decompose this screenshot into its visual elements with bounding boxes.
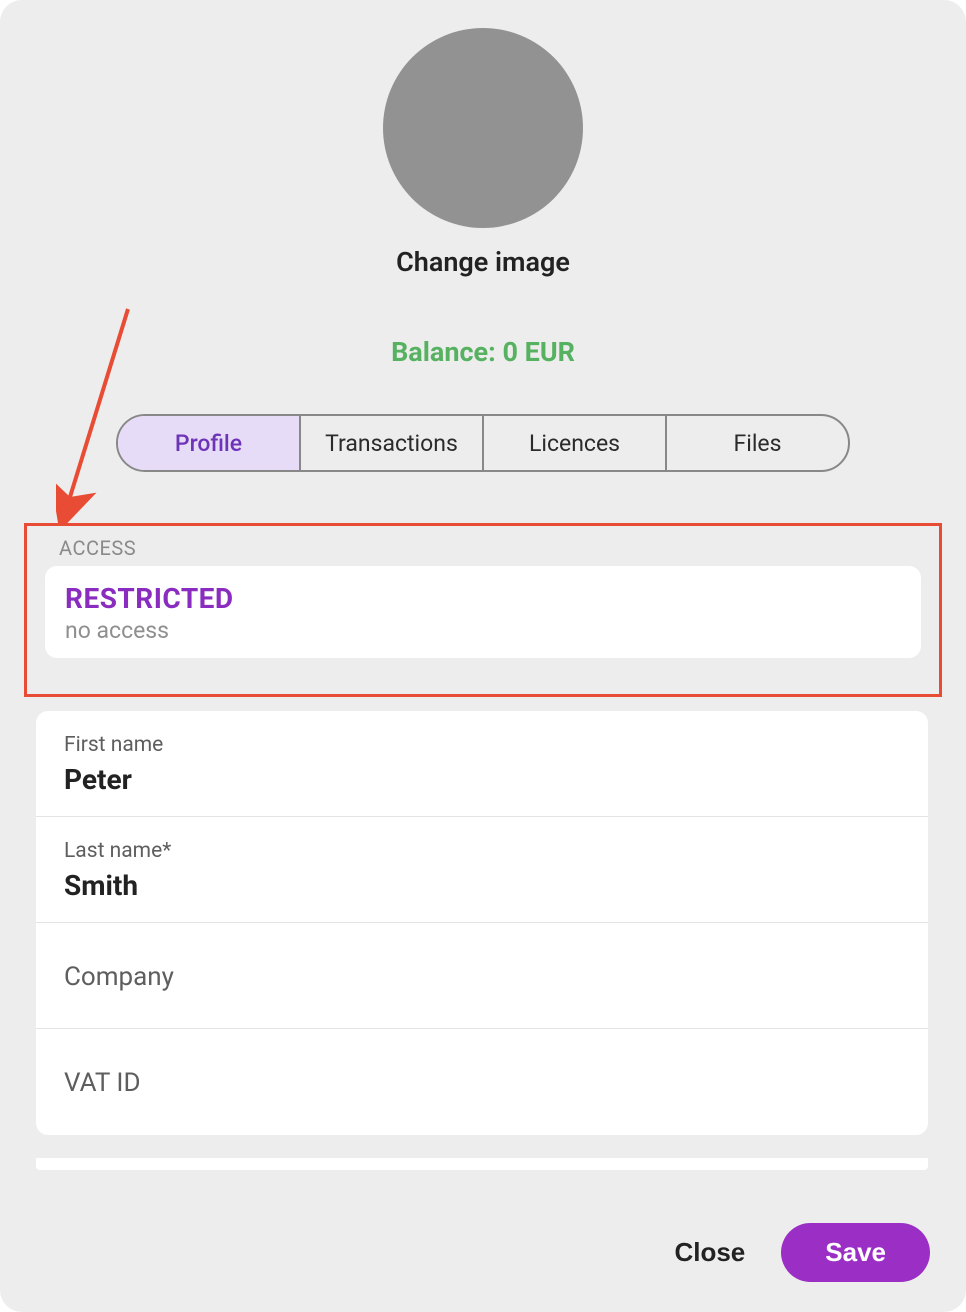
access-card[interactable]: RESTRICTED no access [45, 566, 921, 658]
save-button[interactable]: Save [781, 1223, 930, 1282]
first-name-label: First name [64, 733, 900, 757]
avatar-section: Change image [0, 28, 966, 278]
first-name-value: Peter [64, 763, 900, 796]
access-status: RESTRICTED [65, 582, 901, 615]
access-subtitle: no access [65, 617, 901, 644]
last-name-value: Smith [64, 869, 900, 902]
vat-id-label: VAT ID [64, 1068, 900, 1098]
avatar-placeholder[interactable] [383, 28, 583, 228]
footer-actions: Close Save [674, 1223, 930, 1282]
company-label: Company [64, 962, 900, 992]
company-field[interactable]: Company [36, 923, 928, 1029]
profile-panel: Change image Balance: 0 EUR Profile Tran… [0, 0, 966, 1312]
access-section: ACCESS RESTRICTED no access [24, 523, 942, 697]
vat-id-field[interactable]: VAT ID [36, 1029, 928, 1135]
close-button[interactable]: Close [674, 1237, 745, 1268]
next-card-sliver [36, 1158, 928, 1170]
access-section-label: ACCESS [59, 536, 921, 560]
last-name-label: Last name* [64, 839, 900, 863]
tab-transactions[interactable]: Transactions [301, 416, 484, 470]
change-image-button[interactable]: Change image [396, 246, 570, 278]
tab-bar: Profile Transactions Licences Files [116, 414, 850, 472]
tab-files[interactable]: Files [667, 416, 848, 470]
last-name-field[interactable]: Last name* Smith [36, 817, 928, 923]
tab-profile[interactable]: Profile [118, 416, 301, 470]
tab-licences[interactable]: Licences [484, 416, 667, 470]
first-name-field[interactable]: First name Peter [36, 711, 928, 817]
profile-form: First name Peter Last name* Smith Compan… [36, 711, 928, 1135]
balance-text: Balance: 0 EUR [0, 336, 966, 368]
